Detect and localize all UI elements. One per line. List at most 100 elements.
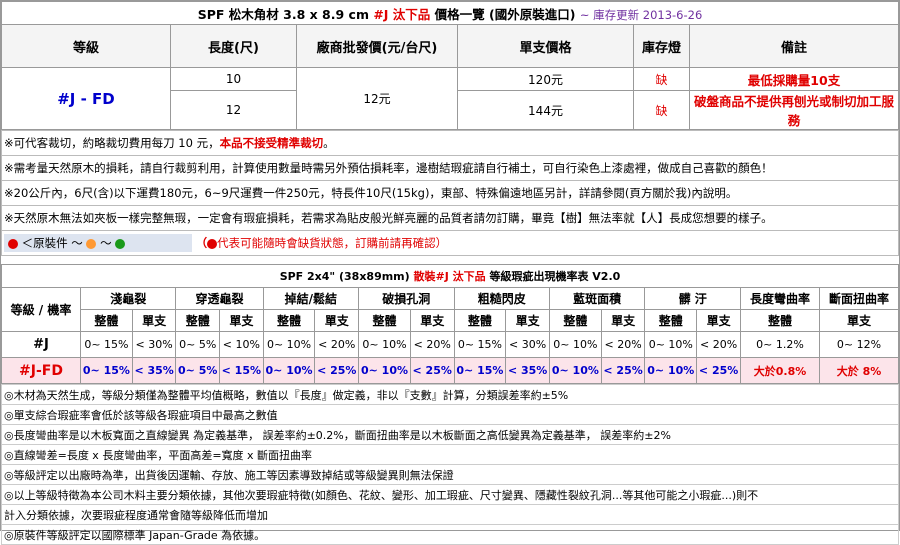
sub-header: 整體 — [740, 309, 820, 332]
group-header: 藍斑面積 — [548, 287, 646, 310]
note-line: ◎長度彎曲率是以木板寬面之直線變異 為定義基準， 誤差率約±0.2%，斷面扭曲率… — [1, 424, 899, 445]
table-row: #J 0~ 15% < 30% 0~ 5% < 10% 0~ 10% < 20% 0~ 10%… — [1, 331, 899, 358]
green-dot-icon — [115, 238, 126, 249]
note-line: ※20公斤內，6尺(含)以下運費180元，6~9尺運費一件250元，特長件10尺… — [1, 180, 899, 206]
table-row: #J - FD 10 12元 120元 缺 最低採購量10支 — [1, 67, 899, 130]
rate-cell: 0~ 10% — [644, 331, 698, 358]
group-header: 穿透龜裂 — [175, 287, 264, 310]
rate-cell: < 20% — [409, 331, 455, 358]
sub-header: 單支 — [314, 309, 360, 332]
grade-title-suffix: 等級瑕疵出現機率表 V2.0 — [485, 270, 621, 283]
rate-cell: 0~ 15% — [80, 331, 133, 358]
legend-label: ＜原裝件 ～ — [21, 236, 83, 250]
orange-dot-icon — [86, 238, 97, 249]
notes-section: ※可代客裁切，約略裁切費用每刀 10 元，本品不接受精準裁切。 ※需考量天然原木… — [1, 130, 899, 264]
wholesale-cell: 12元 — [296, 67, 458, 130]
rate-cell: 0~ 10% — [548, 331, 602, 358]
sub-header: 單支 — [696, 309, 741, 332]
header-stock: 庫存燈 — [633, 24, 690, 68]
rate-cell: 0~ 10% — [262, 331, 316, 358]
note-line: ◎直線彎差=長度 x 長度彎曲率，平面高差=寬度 x 斷面扭曲率 — [1, 444, 899, 465]
red-dot-icon — [8, 238, 18, 249]
page-title: SPF 松木角材 3.8 x 8.9 cm #J 汰下品 價格一覽 (國外原裝進… — [1, 1, 899, 25]
rate-cell: < 20% — [314, 331, 360, 358]
legend-tilde: ～ — [100, 236, 112, 250]
rate-cell: 0~ 10% — [548, 357, 602, 384]
note-line: ◎以上等級特徵為本公司木料主要分類依據，其他次要瑕疵特徵(如顏色、花紋、變形、加… — [1, 484, 899, 505]
rate-cell: 0~ 15% — [80, 357, 133, 384]
header-wholesale: 廠商批發價(元/台尺) — [296, 24, 458, 68]
note-text: ※可代客裁切，約略裁切費用每刀 10 元， — [4, 136, 220, 150]
grade-cell: #J - FD — [1, 67, 171, 130]
rate-cell: 0~ 5% — [175, 357, 221, 384]
legend-paren: （ — [195, 236, 208, 250]
header-length: 長度(尺) — [170, 24, 297, 68]
rate-cell: 0~ 15% — [453, 357, 507, 384]
rate-cell: 0~ 1.2% — [740, 331, 820, 358]
corner-header: 等級 / 機率 — [1, 287, 81, 332]
rate-cell: 0~ 5% — [175, 331, 221, 358]
sub-header: 單支 — [219, 309, 264, 332]
note-line: ◎原裝件等級評定以國際標準 Japan-Grade 為依據。 — [1, 524, 899, 545]
note-line: 計入分類依據，次要瑕疵程度通常會隨等級降低而增加 — [1, 504, 899, 525]
page: SPF 松木角材 3.8 x 8.9 cm #J 汰下品 價格一覽 (國外原裝進… — [0, 0, 900, 545]
title-suffix: 價格一覽 (國外原裝進口) — [430, 6, 576, 22]
title-highlight: #J 汰下品 — [373, 6, 431, 22]
sub-header: 單支 — [131, 309, 177, 332]
grade-table-groups: 等級 / 機率 淺龜裂 穿透龜裂 掉結/鬆結 破損孔洞 粗糙閃皮 藍斑面積 髒 … — [1, 287, 899, 332]
price-cell: 144元 — [457, 90, 634, 130]
table-row: #J-FD 0~ 15% < 35% 0~ 5% < 15% 0~ 10% < 25% 0~ … — [1, 357, 899, 384]
length-cell: 10 — [170, 67, 297, 91]
rate-cell: < 10% — [219, 331, 264, 358]
stock-cell: 缺 — [633, 67, 690, 91]
sub-header: 整體 — [453, 309, 507, 332]
rate-cell: < 35% — [131, 357, 177, 384]
sub-header: 單支 — [505, 309, 550, 332]
price-cell: 120元 — [457, 67, 634, 91]
header-grade: 等級 — [1, 24, 171, 68]
legend-box: ＜原裝件 ～ ～ — [4, 234, 192, 252]
note-line: ◎木材為天然生成，等級分類僅為整體平均值概略，數值以『長度』做定義，非以『支數』… — [1, 384, 899, 405]
sub-header: 單支 — [600, 309, 646, 332]
rate-cell: 0~ 10% — [262, 357, 316, 384]
header-unit-price: 單支價格 — [457, 24, 634, 68]
note-line: ※需考量天然原木的損耗，請自行裁剪利用，計算使用數量時需另外預估損耗率，邊樹結瑕… — [1, 155, 899, 181]
grade-table-title: SPF 2x4" (38x89mm) 散裝#J 汰下品 等級瑕疵出現機率表 V2… — [1, 264, 899, 288]
sub-header: 整體 — [548, 309, 602, 332]
rate-cell: 0~ 10% — [358, 357, 411, 384]
note-line: ◎等級評定以出廠時為準，出貨後因運輸、存放、施工等因素導致掉結或等級變異則無法保… — [1, 464, 899, 485]
length-cell: 12 — [170, 90, 297, 130]
group-header: 淺龜裂 — [79, 287, 177, 310]
note-text: 。 — [323, 136, 335, 150]
sub-header: 單支 — [409, 309, 455, 332]
stock-cell: 缺 — [633, 90, 690, 130]
group-header: 掉結/鬆結 — [262, 287, 360, 310]
rate-cell: < 35% — [505, 357, 550, 384]
note-line: ※可代客裁切，約略裁切費用每刀 10 元，本品不接受精準裁切。 — [1, 130, 899, 156]
grade-label: #J - FD — [57, 89, 115, 108]
grade-title-text: SPF 2x4" (38x89mm) — [279, 270, 414, 283]
red-dot-icon — [207, 238, 218, 249]
grade-title-highlight: 散裝#J 汰下品 — [413, 270, 486, 283]
row-grade: #J — [1, 331, 81, 358]
notes2-section: ◎木材為天然生成，等級分類僅為整體平均值概略，數值以『長度』做定義，非以『支數』… — [1, 384, 899, 545]
grade-table: SPF 2x4" (38x89mm) 散裝#J 汰下品 等級瑕疵出現機率表 V2… — [1, 264, 899, 384]
header-remarks: 備註 — [689, 24, 899, 68]
rate-cell: 大於 8% — [819, 357, 899, 384]
rate-cell: < 25% — [409, 357, 455, 384]
group-header: 粗糙閃皮 — [453, 287, 550, 310]
rate-cell: < 30% — [131, 331, 177, 358]
legend-note: 代表可能隨時會缺貨狀態，訂購前請再確認） — [217, 236, 448, 250]
rate-cell: 0~ 10% — [644, 357, 698, 384]
sub-header: 整體 — [644, 309, 698, 332]
rate-cell: < 25% — [696, 357, 741, 384]
row-grade: #J-FD — [1, 357, 81, 384]
sub-header: 整體 — [80, 309, 133, 332]
spacer — [2, 256, 899, 265]
remark-no-processing: 破盤商品不提供再刨光或制切加工服務 — [689, 90, 899, 130]
rate-cell: < 20% — [600, 331, 646, 358]
rate-cell: < 25% — [314, 357, 360, 384]
group-header: 斷面扭曲率 — [819, 287, 899, 310]
remark-min-order: 最低採購量10支 — [689, 67, 899, 91]
note-emphasis: 本品不接受精準裁切 — [219, 136, 324, 150]
